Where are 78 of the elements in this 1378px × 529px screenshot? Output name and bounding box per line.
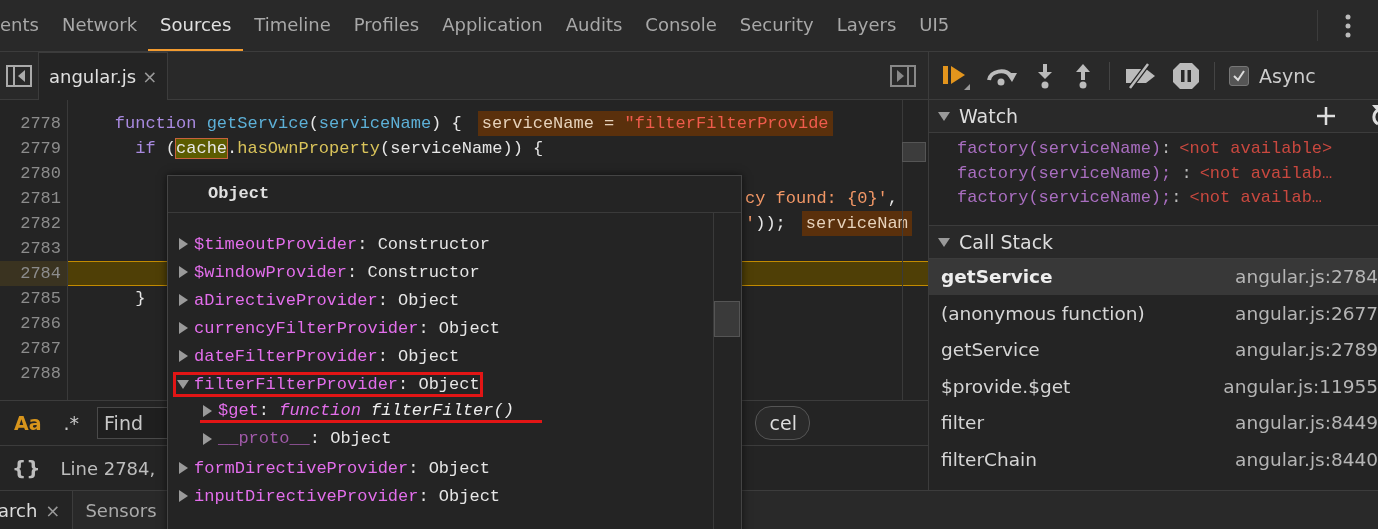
expand-triangle-icon[interactable]: [176, 237, 190, 251]
code-text: cy found: {0}',: [745, 188, 899, 210]
expand-triangle-icon[interactable]: [200, 431, 214, 446]
line-number[interactable]: 2783: [0, 236, 67, 261]
property-row[interactable]: currencyFilterProvider: Object: [173, 315, 504, 341]
line-number[interactable]: 2785: [0, 286, 67, 311]
watch-expression: factory(serviceName); : <not availab…: [957, 163, 1334, 185]
scrollbar-thumb[interactable]: [714, 301, 740, 337]
expand-triangle-icon[interactable]: [176, 489, 190, 503]
file-tab[interactable]: angular.js ×: [38, 52, 169, 100]
expand-triangle-icon[interactable]: [176, 265, 190, 279]
expand-triangle-icon[interactable]: [200, 403, 214, 418]
close-icon[interactable]: ×: [45, 499, 61, 521]
expand-triangle-icon[interactable]: [937, 109, 951, 123]
call-stack-frame[interactable]: getService angular.js:2789: [929, 331, 1378, 368]
line-number[interactable]: 2782: [0, 211, 67, 236]
call-stack-frame[interactable]: (anonymous function) angular.js:2677: [929, 295, 1378, 332]
panel-tab[interactable]: Audits: [553, 0, 635, 51]
line-number[interactable]: 2786: [0, 311, 67, 336]
search-option-toggle[interactable]: .*: [59, 412, 84, 434]
expand-triangle-icon[interactable]: [176, 461, 190, 475]
more-menu-icon[interactable]: [1345, 13, 1351, 38]
expand-triangle-icon[interactable]: [176, 293, 190, 307]
code-text: if (cache.hasOwnProperty(serviceName)) {: [134, 138, 544, 160]
add-icon[interactable]: [1316, 106, 1336, 126]
property-row[interactable]: $windowProvider: Constructor: [173, 259, 483, 285]
line-number[interactable]: 2788: [0, 361, 67, 386]
property-row[interactable]: inputDirectiveProvider: Object: [173, 483, 504, 509]
property-row[interactable]: __proto__: Object: [200, 429, 420, 451]
sidebar-toggle-icon[interactable]: [890, 64, 916, 87]
property-row[interactable]: formDirectiveProvider: Object: [173, 455, 493, 481]
property-row[interactable]: aDirectiveProvider: Object: [173, 287, 463, 313]
property-row[interactable]: filterFilterProvider: Object: [173, 371, 483, 397]
pause-icon[interactable]: [1172, 61, 1200, 90]
pretty-print-icon[interactable]: {}: [12, 456, 41, 480]
cursor-position: Line 2784,: [60, 457, 156, 479]
panel-tab[interactable]: Profiles: [341, 0, 432, 51]
watch-expression: factory(serviceName);: <not availab…: [957, 188, 1324, 209]
search-option-toggle[interactable]: Aa: [10, 412, 46, 434]
property-row[interactable]: $timeoutProvider: Constructor: [173, 231, 493, 257]
line-number[interactable]: 2784: [0, 261, 67, 286]
expand-triangle-icon[interactable]: [176, 349, 190, 363]
property-row[interactable]: dateFilterProvider: Object: [173, 343, 463, 369]
sidebar-toggle-icon[interactable]: [6, 64, 32, 87]
code-text: }: [134, 288, 146, 310]
panel-tab[interactable]: Layers: [824, 0, 909, 51]
panel-tab[interactable]: Timeline: [242, 0, 343, 51]
inline-value: serviceName = "filterFilterProvide: [477, 111, 833, 136]
line-number[interactable]: 2787: [0, 336, 67, 361]
call-stack-frame[interactable]: filter angular.js:8449: [929, 404, 1378, 441]
scrollbar-thumb[interactable]: [902, 142, 926, 162]
line-number[interactable]: 2779: [0, 136, 67, 161]
expand-triangle-icon[interactable]: [176, 321, 190, 335]
line-number[interactable]: 2781: [0, 186, 67, 211]
panel-tab[interactable]: UI5: [907, 0, 962, 51]
line-number[interactable]: 2778: [0, 111, 67, 136]
call-stack-frame[interactable]: $provide.$get angular.js:11955: [929, 368, 1378, 405]
panel-tab[interactable]: Application: [430, 0, 555, 51]
panel-tab[interactable]: Console: [633, 0, 729, 51]
call-stack-frame[interactable]: getService angular.js:2784: [929, 258, 1378, 295]
property-row[interactable]: $get: function filterFilter(): [200, 401, 542, 423]
line-number[interactable]: 2780: [0, 161, 67, 186]
watch-expression: factory(serviceName): <not available>: [957, 139, 1334, 160]
code-text: function getService(serviceName) {: [113, 113, 462, 135]
inline-value: serviceNam: [801, 211, 912, 236]
code-text: '));: [745, 213, 786, 235]
async-label: Async: [1259, 64, 1316, 87]
close-icon[interactable]: ×: [142, 66, 158, 87]
panel-tab[interactable]: ents: [0, 0, 51, 51]
call-stack-frame[interactable]: filterChain angular.js:8440: [929, 441, 1378, 478]
panel-tab[interactable]: Security: [727, 0, 826, 51]
panel-tab[interactable]: Network: [49, 0, 150, 51]
cancel-button[interactable]: cel: [754, 406, 810, 440]
section-header[interactable]: Watch: [929, 100, 1378, 133]
expand-triangle-icon[interactable]: [176, 377, 190, 391]
section-header[interactable]: Call Stack: [929, 224, 1378, 259]
popover-title: Object: [168, 176, 741, 213]
async-checkbox[interactable]: [1229, 65, 1249, 86]
